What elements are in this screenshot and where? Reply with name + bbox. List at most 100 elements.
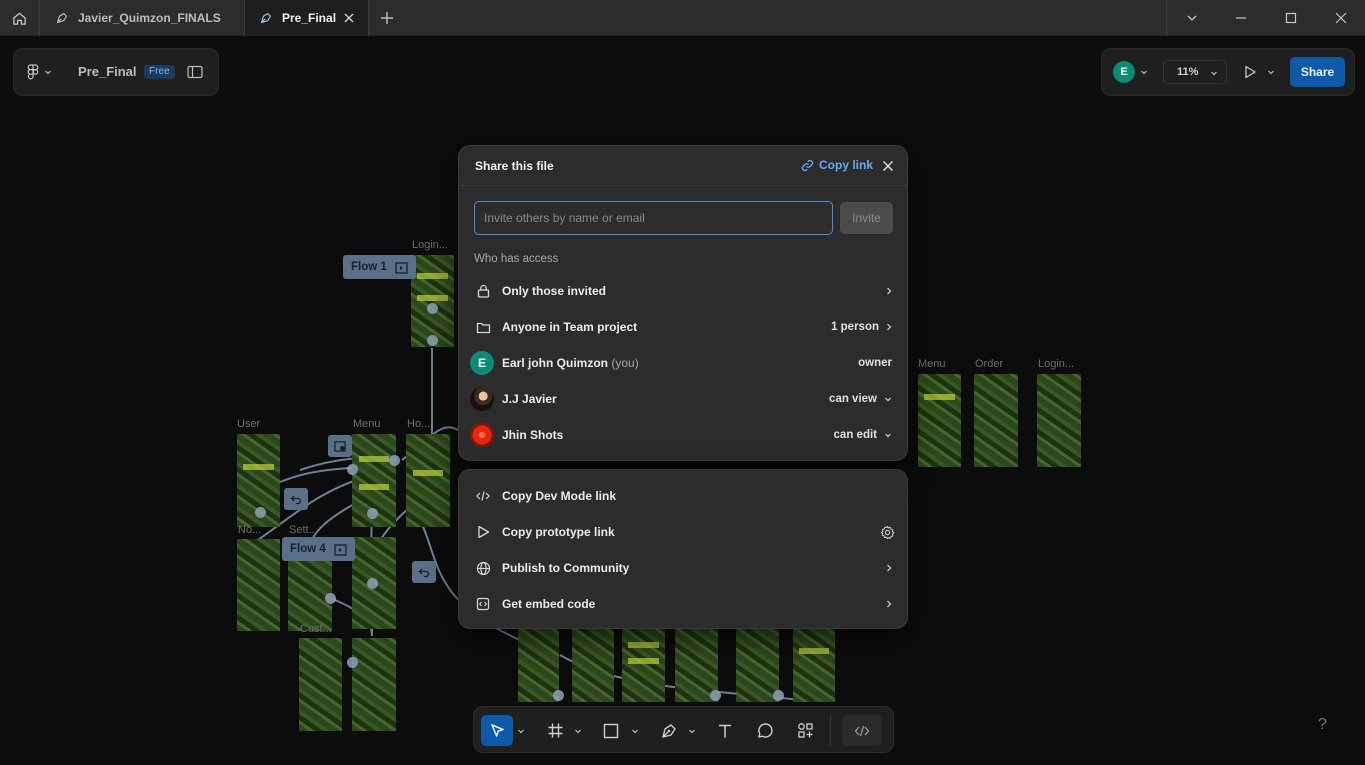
chevron-down-icon[interactable] [574,727,582,735]
member-role-dropdown[interactable]: can edit [834,429,892,441]
screen-frame[interactable] [352,638,396,731]
chevron-down-icon[interactable] [631,727,639,735]
text-tool-button[interactable] [710,715,740,746]
connection-node[interactable] [325,593,336,604]
screen-frame[interactable] [406,434,450,527]
globe-icon [475,560,491,576]
play-icon [1245,65,1256,79]
menu-item-publish-to-community[interactable]: Publish to Community [459,550,907,586]
access-row-control[interactable]: 1 person [831,321,892,333]
member-row-jj-javier: J.J Javier can view [459,381,907,417]
connection-node[interactable] [389,455,400,466]
screen-frame[interactable] [237,539,280,631]
pen-tool-button[interactable] [654,715,684,746]
avatar [470,387,494,411]
member-name: J.J Javier [502,392,557,406]
toggle-sidebar-icon[interactable] [187,65,203,79]
member-role: owner [858,357,892,369]
present-button[interactable] [1243,61,1283,83]
copy-link-button[interactable]: Copy link [801,158,873,172]
prototype-settings-button[interactable] [880,525,895,540]
share-dialog: Share this file Copy link Invite Who has… [458,145,908,461]
chevron-down-icon [885,397,891,402]
flow-tag-small[interactable] [328,435,352,457]
flow-start-icon [334,441,346,452]
you-suffix: (you) [611,356,639,370]
member-name-text: Earl john Quimzon [502,356,609,370]
screen-frame[interactable] [299,638,342,731]
zoom-value: 11% [1177,66,1199,78]
chevron-down-icon[interactable] [688,727,696,735]
back-action-tag[interactable] [284,488,308,510]
code-icon [854,725,870,736]
menu-item-get-embed-code[interactable]: Get embed code [459,586,907,622]
back-arrow-icon [290,495,302,505]
frame-tool-button[interactable] [540,715,570,746]
comment-bubble-icon [757,723,773,738]
access-row-only-invited[interactable]: Only those invited [459,273,907,309]
connection-node[interactable] [255,507,266,518]
rectangle-tool-button[interactable] [596,715,626,746]
chevron-right-icon [887,564,892,572]
menu-item-copy-dev-mode-link[interactable]: Copy Dev Mode link [459,478,907,514]
connection-node[interactable] [427,303,438,314]
folder-icon [475,319,491,335]
connection-node[interactable] [347,464,358,475]
comment-tool-button[interactable] [750,715,780,746]
access-row-control[interactable] [886,287,892,295]
chevron-down-icon [1268,70,1274,75]
flow-tag-4[interactable]: Flow 4 [282,537,355,561]
frame-label: Sett... [289,524,318,536]
connection-node[interactable] [347,657,358,668]
frame-label: Order [975,358,1004,370]
screen-frame[interactable] [1037,374,1081,467]
move-tool-button[interactable] [481,715,513,746]
back-action-tag[interactable] [412,561,436,583]
screen-frame[interactable] [974,374,1018,467]
flow-start-icon [395,261,408,274]
screen-frame[interactable] [411,255,454,347]
zoom-dropdown[interactable]: 11% [1163,60,1227,84]
bottom-toolbar [473,706,894,753]
connection-node[interactable] [553,690,564,701]
connection-node[interactable] [367,578,378,589]
menu-item-label: Get embed code [502,597,596,611]
menu-item-copy-prototype-link[interactable]: Copy prototype link [459,514,907,550]
connection-node[interactable] [427,335,438,346]
help-button[interactable]: ? [1318,716,1327,734]
submenu-arrow [886,600,892,608]
screen-frame[interactable] [793,628,835,702]
member-row-earl: E Earl john Quimzon (you) owner [459,345,907,381]
screen-frame[interactable] [518,628,559,702]
plan-badge: Free [144,65,175,79]
invite-button[interactable]: Invite [840,202,893,234]
member-role-dropdown[interactable]: can view [829,393,892,405]
member-name: Jhin Shots [502,428,564,442]
main-menu-button[interactable] [27,61,63,83]
member-role: can edit [833,429,877,441]
screen-frame[interactable] [918,374,961,467]
member-role: can view [829,393,877,405]
file-name[interactable]: Pre_Final [78,64,137,79]
screen-frame[interactable] [622,628,665,702]
people-count: 1 person [831,321,879,333]
close-icon[interactable] [881,159,895,173]
screen-frame[interactable] [736,628,779,702]
screen-frame[interactable] [572,628,614,702]
actions-tool-button[interactable] [790,715,820,746]
chevron-down-icon[interactable] [517,727,525,735]
multiplayer-avatar[interactable]: E [1113,61,1153,83]
access-heading: Who has access [474,253,559,265]
access-row-team-project[interactable]: Anyone in Team project 1 person [459,309,907,345]
flow-tag-1[interactable]: Flow 1 [343,255,416,279]
avatar [470,423,494,447]
dev-mode-toggle[interactable] [842,715,882,746]
share-actions-menu: Copy Dev Mode link Copy prototype link P… [458,469,908,629]
toolbar-divider [830,715,831,746]
member-row-jhin-shots: Jhin Shots can edit [459,417,907,453]
share-button[interactable]: Share [1290,57,1345,87]
invite-input[interactable] [474,201,833,235]
connection-node[interactable] [773,690,784,701]
connection-node[interactable] [367,508,378,519]
connection-node[interactable] [710,690,721,701]
